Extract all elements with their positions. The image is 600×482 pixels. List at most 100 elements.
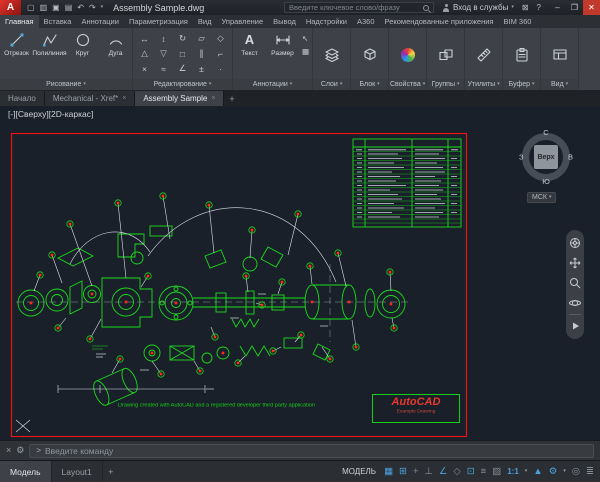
tab-close-icon[interactable]: × (211, 95, 215, 102)
annotation-visibility-icon[interactable]: ▲ (533, 467, 542, 477)
panel-block[interactable]: Блок▾ (351, 28, 389, 90)
move-icon[interactable]: ↔ (140, 34, 149, 44)
annotation-scale-button[interactable]: 1:1 (507, 467, 519, 476)
mirror-icon[interactable]: ▱ (198, 33, 205, 44)
ortho-icon[interactable]: ⊥ (425, 467, 433, 477)
polar-tracking-icon[interactable]: ∠ (439, 467, 448, 477)
draw-panel-expand-icon[interactable]: ▾ (83, 82, 86, 87)
osnap-icon[interactable]: ⊡ (467, 467, 475, 477)
isodraft-icon[interactable]: ◇ (453, 467, 460, 477)
tab-a360[interactable]: A360 (352, 15, 380, 28)
viewcube-west[interactable]: З (519, 153, 524, 162)
assembly-geometry[interactable] (18, 226, 405, 407)
save-icon[interactable]: ▣ (52, 4, 60, 12)
dynamic-input-icon[interactable]: + (413, 467, 419, 477)
tab-insert[interactable]: Вставка (39, 15, 77, 28)
array-icon[interactable]: ⌐ (218, 49, 223, 59)
annotation-panel-label[interactable]: Аннотации ▾ (233, 79, 312, 90)
restore-button[interactable]: ❐ (566, 0, 583, 15)
command-customize-icon[interactable]: ⚙ (16, 446, 24, 455)
command-input[interactable]: > Введите команду (29, 444, 594, 458)
navigation-wheel-icon[interactable] (566, 234, 584, 252)
tab-annotate[interactable]: Аннотации (76, 15, 124, 28)
arc-tool[interactable]: Дуга (99, 28, 132, 79)
panel-clipboard[interactable]: Буфер▾ (503, 28, 541, 90)
leader-icon[interactable]: ↖ (302, 34, 309, 43)
open-file-icon[interactable]: ▥ (40, 4, 48, 12)
panel-view[interactable]: Вид▾ (541, 28, 579, 90)
zoom-icon[interactable] (566, 274, 584, 292)
exchange-apps-icon[interactable]: ⊠ (522, 4, 529, 12)
panel-groups[interactable]: Группы▾ (427, 28, 465, 90)
annotation-scale-dropdown-icon[interactable]: ▾ (525, 469, 528, 474)
new-layout-button[interactable]: + (103, 461, 119, 482)
close-button[interactable]: ✕ (583, 0, 600, 15)
new-file-icon[interactable]: ▢ (27, 4, 35, 12)
ucs-icon[interactable] (16, 420, 30, 432)
tab-bim360[interactable]: BIM 360 (498, 15, 536, 28)
layout-tab-model[interactable]: Модель (0, 461, 52, 482)
annotation-panel-expand-icon[interactable]: ▾ (290, 82, 293, 87)
tab-manage[interactable]: Управление (216, 15, 268, 28)
grid-icon[interactable]: ▦ (384, 467, 393, 477)
lineweight-icon[interactable]: ≡ (481, 467, 487, 477)
redo-icon[interactable]: ↷ (89, 4, 96, 12)
search-icon[interactable] (423, 5, 429, 11)
assembly-drawing[interactable] (0, 106, 600, 440)
panel-layers[interactable]: Слои▾ (313, 28, 351, 90)
ucs-selector[interactable]: МСК ▾ (527, 192, 556, 203)
file-tab-assembly-sample[interactable]: Assembly Sample × (135, 91, 224, 106)
layout-tab-layout1[interactable]: Layout1 (52, 461, 103, 482)
panel-groups-expand-icon[interactable]: ▾ (457, 82, 460, 87)
trim-icon[interactable]: ▽ (160, 48, 167, 59)
modify-panel-expand-icon[interactable]: ▾ (209, 82, 212, 87)
file-tab-mechanical-xref[interactable]: Mechanical - Xref* × (45, 91, 135, 106)
panel-utilities[interactable]: Утилиты▾ (465, 28, 503, 90)
tab-output[interactable]: Вывод (268, 15, 301, 28)
parts-list-table[interactable] (353, 139, 461, 227)
more-tools-icon[interactable]: · (219, 64, 222, 74)
table-icon[interactable]: ▦ (302, 47, 309, 56)
model-space-button[interactable]: МОДЕЛЬ (342, 467, 376, 476)
undo-icon[interactable]: ↶ (77, 4, 84, 12)
new-drawing-tab-button[interactable]: + (224, 91, 239, 106)
panel-clipboard-expand-icon[interactable]: ▾ (532, 82, 535, 87)
qat-dropdown-icon[interactable]: ▾ (101, 5, 104, 10)
minimize-button[interactable]: – (549, 0, 566, 15)
fillet-icon[interactable]: □ (180, 49, 185, 59)
plot-icon[interactable]: ▤ (65, 4, 73, 12)
polyline-tool[interactable]: Полилиния (33, 28, 66, 79)
erase-icon[interactable]: × (142, 64, 147, 74)
line-tool[interactable]: Отрезок (0, 28, 33, 79)
explode-icon[interactable]: ≈ (161, 64, 166, 74)
dimension-tool[interactable]: Размер (266, 28, 299, 79)
help-icon[interactable]: ? (537, 4, 541, 12)
stretch-icon[interactable]: ◇ (217, 33, 224, 44)
workspace-gear-icon[interactable]: ⚙ (549, 467, 558, 477)
join-icon[interactable]: ± (199, 64, 204, 74)
rotate-icon[interactable]: ↻ (179, 33, 186, 44)
snap-icon[interactable]: ⊞ (399, 467, 407, 477)
tab-view[interactable]: Вид (193, 15, 217, 28)
modify-panel-label[interactable]: Редактирование ▾ (133, 79, 232, 90)
viewcube-south[interactable]: Ю (542, 177, 550, 186)
drawing-area[interactable]: [-][Сверху][2D-каркас] С Ю З В Верх МСК … (0, 106, 600, 440)
draw-panel-label[interactable]: Рисование ▾ (0, 79, 132, 90)
panel-properties[interactable]: Свойства▾ (389, 28, 427, 90)
panel-utilities-expand-icon[interactable]: ▾ (497, 82, 500, 87)
customization-menu-icon[interactable]: ≣ (586, 467, 594, 477)
viewcube-east[interactable]: В (568, 153, 573, 162)
panel-layers-expand-icon[interactable]: ▾ (340, 82, 343, 87)
tab-close-icon[interactable]: × (122, 95, 126, 102)
drawing-border[interactable] (12, 134, 467, 437)
tab-addins[interactable]: Надстройки (301, 15, 352, 28)
file-tab-start[interactable]: Начало (0, 91, 45, 106)
workspace-dropdown-icon[interactable]: ▾ (563, 469, 566, 474)
signin-button[interactable]: Вход в службы ▾ (442, 3, 514, 12)
tab-featured-apps[interactable]: Рекомендованные приложения (380, 15, 499, 28)
panel-properties-expand-icon[interactable]: ▾ (423, 82, 426, 87)
viewcube-north[interactable]: С (543, 128, 548, 137)
panel-view-expand-icon[interactable]: ▾ (566, 82, 569, 87)
search-input[interactable]: Введите ключевое слово/фразу (289, 3, 420, 12)
chamfer-icon[interactable]: ∠ (179, 63, 187, 74)
